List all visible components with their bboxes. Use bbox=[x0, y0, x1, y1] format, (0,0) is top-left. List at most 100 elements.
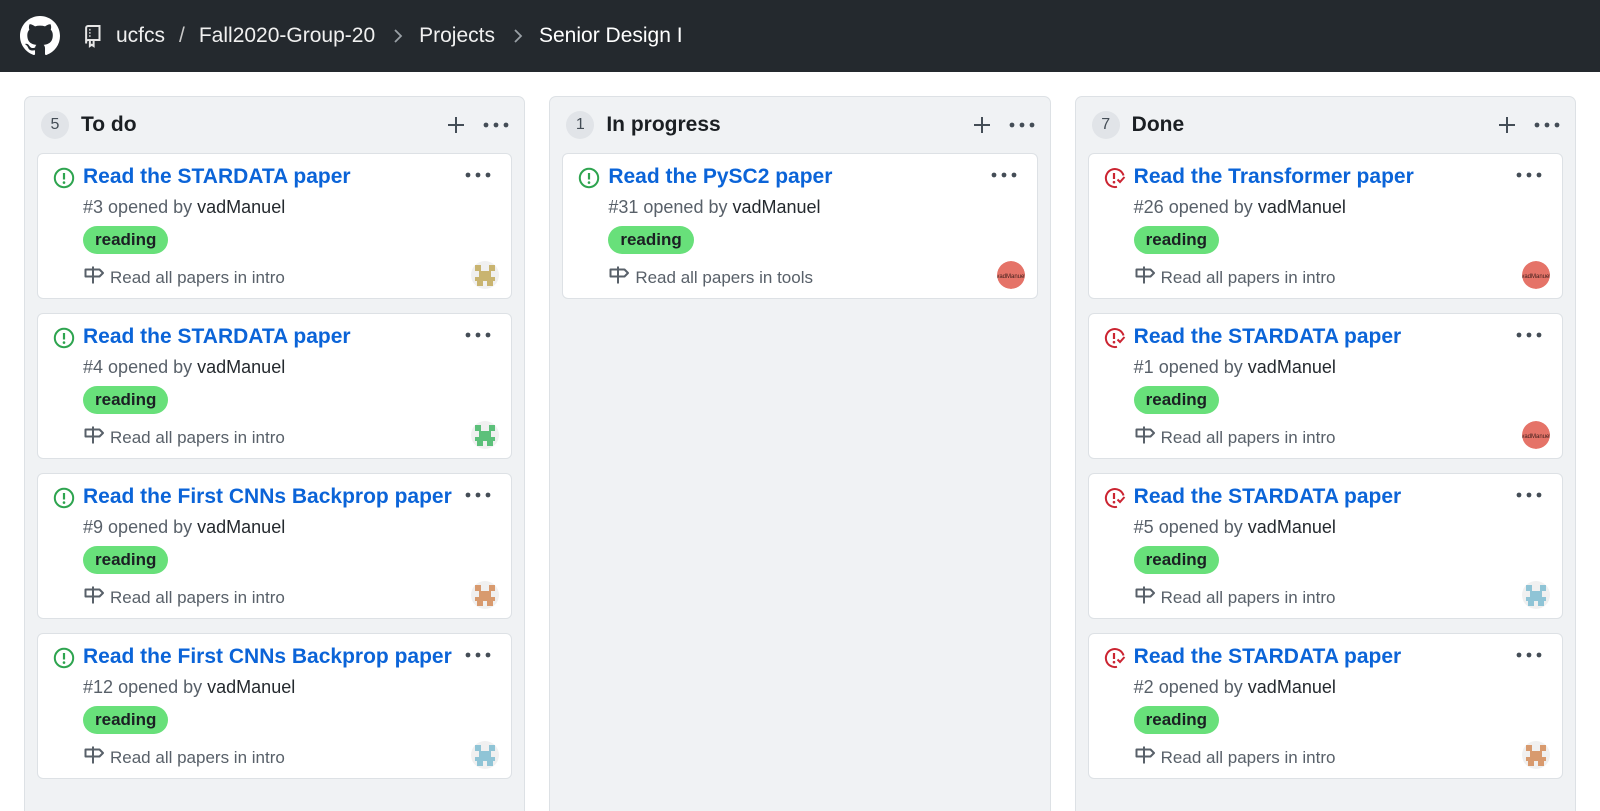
label-reading[interactable]: reading bbox=[1133, 546, 1220, 574]
label-reading[interactable]: reading bbox=[1133, 226, 1220, 254]
issue-card[interactable]: Read the Transformer paper #26 opened by … bbox=[1087, 153, 1563, 299]
milestone-link[interactable]: Read all papers in intro bbox=[1134, 424, 1336, 451]
card-more-options-icon[interactable] bbox=[461, 482, 495, 508]
plus-icon[interactable] bbox=[1491, 109, 1523, 141]
milestone-link[interactable]: Read all papers in intro bbox=[83, 424, 285, 451]
milestone-text: Read all papers in intro bbox=[1160, 267, 1336, 287]
chevron-right-icon bbox=[513, 28, 523, 44]
issue-meta: #9 opened by vadManuel bbox=[83, 517, 285, 538]
issue-title-link[interactable]: Read the STARDATA paper bbox=[1134, 325, 1402, 349]
issue-title-link[interactable]: Read the PySC2 paper bbox=[608, 165, 832, 189]
issue-author[interactable]: vadManuel bbox=[197, 357, 285, 377]
card-more-options-icon[interactable] bbox=[1512, 162, 1546, 188]
issue-title-link[interactable]: Read the Transformer paper bbox=[1134, 165, 1414, 189]
milestone-link[interactable]: Read all papers in tools bbox=[608, 264, 813, 291]
issue-card[interactable]: Read the STARDATA paper #4 opened by vadM… bbox=[37, 313, 513, 459]
column-title: In progress bbox=[606, 113, 721, 136]
issue-author[interactable]: vadManuel bbox=[197, 517, 285, 537]
issue-title-link[interactable]: Read the First CNNs Backprop paper bbox=[83, 645, 452, 669]
issue-author[interactable]: vadManuel bbox=[207, 677, 295, 697]
issue-opened-icon bbox=[578, 167, 600, 189]
label-reading[interactable]: reading bbox=[1133, 706, 1220, 734]
milestone-text: Read all papers in intro bbox=[110, 587, 285, 607]
label-reading[interactable]: reading bbox=[608, 226, 694, 254]
issue-title-link[interactable]: Read the STARDATA paper bbox=[83, 165, 351, 189]
assignee-avatar[interactable] bbox=[471, 581, 500, 609]
card-more-options-icon[interactable] bbox=[461, 642, 495, 668]
milestone-link[interactable]: Read all papers in intro bbox=[1134, 264, 1336, 291]
card-more-options-icon[interactable] bbox=[1512, 322, 1546, 348]
issue-card[interactable]: Read the First CNNs Backprop paper #12 op… bbox=[37, 633, 513, 779]
assignee-avatar[interactable] bbox=[1521, 581, 1550, 609]
breadcrumb-org[interactable]: ucfcs bbox=[116, 24, 165, 48]
issue-author[interactable]: vadManuel bbox=[197, 197, 285, 217]
issue-title-link[interactable]: Read the STARDATA paper bbox=[83, 325, 351, 349]
column-card-count: 7 bbox=[1091, 111, 1120, 139]
opened-by-text: opened by bbox=[1158, 677, 1243, 697]
issue-number: #1 bbox=[1133, 357, 1154, 377]
milestone-link[interactable]: Read all papers in intro bbox=[1134, 584, 1336, 611]
issue-title-link[interactable]: Read the STARDATA paper bbox=[1134, 645, 1402, 669]
card-more-options-icon[interactable] bbox=[1512, 642, 1546, 668]
milestone-link[interactable]: Read all papers in intro bbox=[83, 264, 285, 291]
issue-title-link[interactable]: Read the STARDATA paper bbox=[1134, 485, 1402, 509]
milestone-link[interactable]: Read all papers in intro bbox=[83, 744, 285, 771]
issue-number: #31 bbox=[608, 197, 639, 217]
assignee-avatar[interactable] bbox=[1521, 741, 1550, 769]
milestone-icon bbox=[1134, 264, 1156, 291]
milestone-link[interactable]: Read all papers in intro bbox=[1134, 744, 1336, 771]
milestone-icon bbox=[1134, 584, 1156, 611]
card-more-options-icon[interactable] bbox=[461, 162, 495, 188]
issue-number: #5 bbox=[1133, 517, 1154, 537]
assignee-avatar[interactable] bbox=[471, 741, 500, 769]
card-more-options-icon[interactable] bbox=[987, 162, 1021, 188]
plus-icon[interactable] bbox=[966, 109, 998, 141]
issue-card[interactable]: Read the STARDATA paper #5 opened by vadM… bbox=[1087, 473, 1563, 619]
issue-author[interactable]: vadManuel bbox=[1248, 357, 1336, 377]
milestone-text: Read all papers in intro bbox=[110, 427, 285, 447]
issue-number: #9 bbox=[83, 517, 104, 537]
label-reading[interactable]: reading bbox=[83, 226, 169, 254]
label-reading[interactable]: reading bbox=[83, 706, 169, 734]
label-reading[interactable]: reading bbox=[1133, 386, 1220, 414]
assignee-avatar[interactable] bbox=[471, 261, 500, 289]
column-card-count: 5 bbox=[41, 111, 69, 139]
breadcrumb-projects[interactable]: Projects bbox=[419, 24, 495, 48]
card-more-options-icon[interactable] bbox=[461, 322, 495, 348]
svg-text:vadManuel: vadManuel bbox=[1522, 274, 1550, 280]
issue-card[interactable]: Read the First CNNs Backprop paper #9 ope… bbox=[37, 473, 513, 619]
issue-author[interactable]: vadManuel bbox=[1248, 677, 1336, 697]
more-options-icon[interactable] bbox=[1531, 109, 1563, 141]
issue-card[interactable]: Read the STARDATA paper #3 opened by vadM… bbox=[37, 153, 513, 299]
repo-icon bbox=[82, 24, 104, 48]
assignee-avatar[interactable]: vadManuel bbox=[1521, 421, 1550, 449]
label-reading[interactable]: reading bbox=[83, 546, 169, 574]
column-header: 7 Done bbox=[1088, 97, 1563, 153]
issue-card[interactable]: Read the STARDATA paper #1 opened by vadM… bbox=[1087, 313, 1563, 459]
issue-author[interactable]: vadManuel bbox=[1248, 517, 1336, 537]
issue-author[interactable]: vadManuel bbox=[1258, 197, 1346, 217]
issue-author[interactable]: vadManuel bbox=[732, 197, 820, 217]
milestone-text: Read all papers in intro bbox=[110, 267, 285, 287]
card-more-options-icon[interactable] bbox=[1512, 482, 1546, 508]
milestone-text: Read all papers in intro bbox=[1160, 427, 1336, 447]
assignee-avatar[interactable]: vadManuel bbox=[996, 261, 1025, 289]
more-options-icon[interactable] bbox=[480, 109, 512, 141]
breadcrumb-repo[interactable]: Fall2020-Group-20 bbox=[199, 24, 375, 48]
issue-title-link[interactable]: Read the First CNNs Backprop paper bbox=[83, 485, 452, 509]
issue-card[interactable]: Read the PySC2 paper #31 opened by vadMan… bbox=[562, 153, 1038, 299]
more-options-icon[interactable] bbox=[1006, 109, 1038, 141]
milestone-text: Read all papers in intro bbox=[1160, 587, 1336, 607]
label-reading[interactable]: reading bbox=[83, 386, 169, 414]
github-logo-icon[interactable] bbox=[20, 16, 60, 56]
assignee-avatar[interactable]: vadManuel bbox=[1521, 261, 1550, 289]
plus-icon[interactable] bbox=[440, 109, 472, 141]
milestone-text: Read all papers in tools bbox=[635, 267, 813, 287]
issue-opened-icon bbox=[53, 647, 75, 669]
assignee-avatar[interactable] bbox=[471, 421, 500, 449]
column-title: To do bbox=[81, 113, 137, 136]
milestone-link[interactable]: Read all papers in intro bbox=[83, 584, 285, 611]
milestone-text: Read all papers in intro bbox=[1160, 747, 1336, 767]
issue-card[interactable]: Read the STARDATA paper #2 opened by vadM… bbox=[1087, 633, 1563, 779]
issue-opened-icon bbox=[53, 167, 75, 189]
